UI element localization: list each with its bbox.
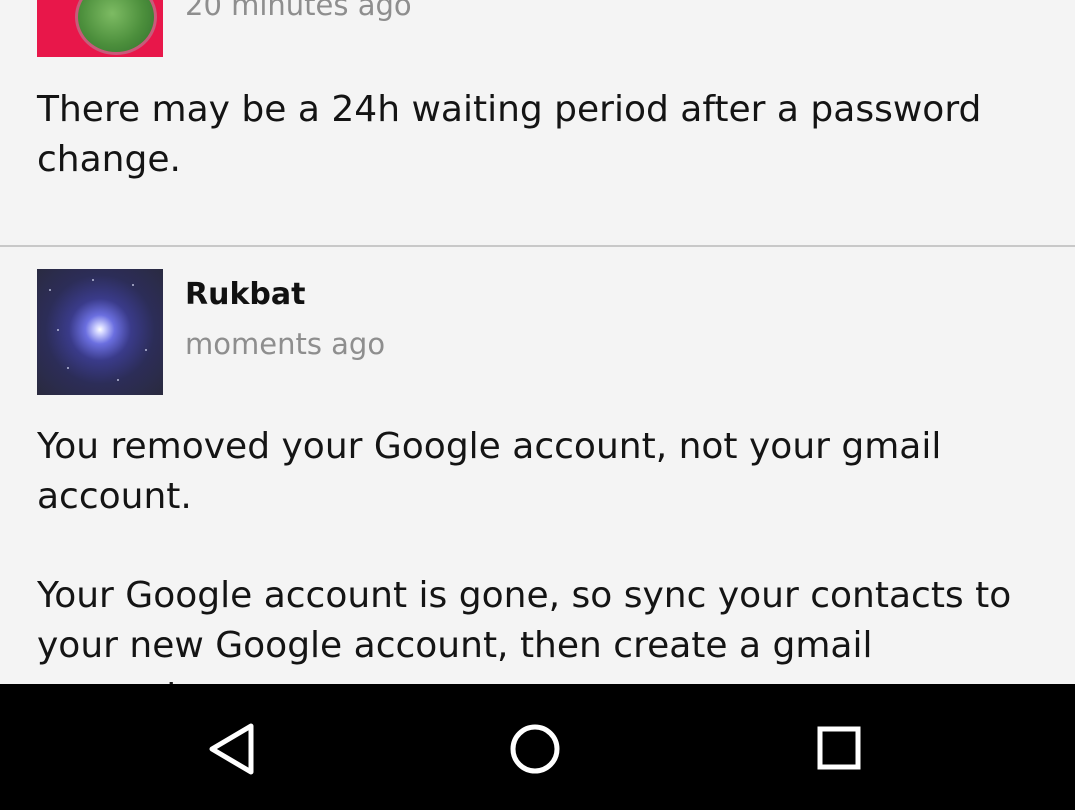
back-button[interactable]	[187, 704, 277, 794]
back-triangle-icon	[209, 723, 254, 775]
star-avatar-icon[interactable]	[37, 269, 163, 395]
comment-text: You removed your Google account, not you…	[37, 426, 942, 517]
star-dot	[49, 289, 51, 291]
screen: 20 minutes ago There may be a 24h waitin…	[0, 0, 1075, 810]
comment-feed[interactable]: 20 minutes ago There may be a 24h waitin…	[0, 0, 1075, 684]
star-dot	[67, 367, 69, 369]
comment-username[interactable]: Rukbat	[185, 277, 305, 312]
avatar-image	[75, 0, 157, 55]
comment-text: Your Google account is gone, so sync you…	[37, 575, 1012, 684]
flower-avatar-icon[interactable]	[37, 0, 163, 57]
comment-timestamp: 20 minutes ago	[185, 0, 412, 22]
recents-button[interactable]	[794, 704, 884, 794]
star-dot	[92, 279, 94, 281]
home-circle-icon	[510, 724, 560, 774]
star-dot	[57, 329, 59, 331]
recents-square-icon	[817, 726, 861, 770]
comment-divider	[0, 245, 1075, 247]
comment-text: There may be a 24h waiting period after …	[37, 89, 982, 180]
star-dot	[117, 379, 119, 381]
comment-timestamp: moments ago	[185, 327, 386, 361]
android-navigation-bar	[0, 684, 1075, 810]
star-dot	[145, 349, 147, 351]
star-dot	[132, 284, 134, 286]
home-button[interactable]	[490, 704, 580, 794]
